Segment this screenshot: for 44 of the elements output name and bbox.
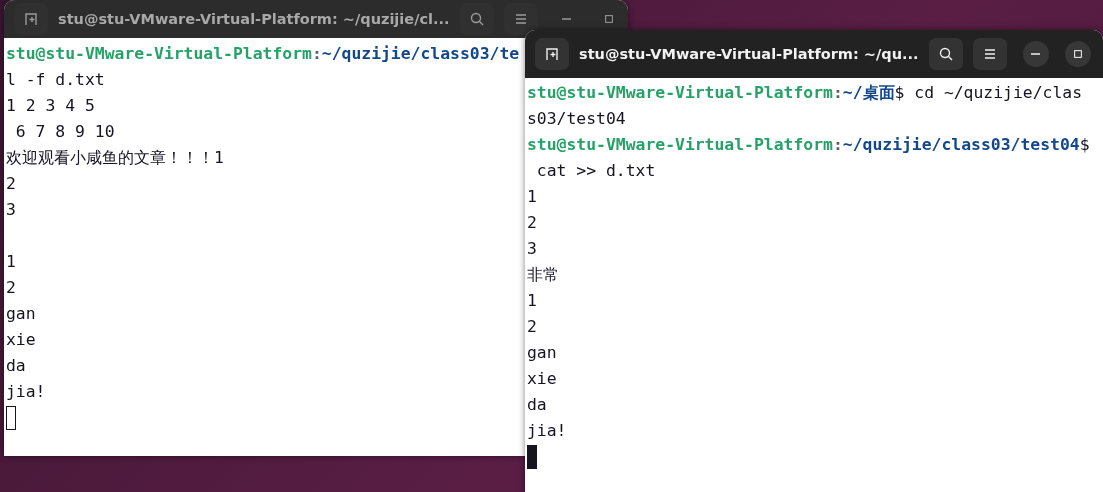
minimize-button[interactable] bbox=[1022, 41, 1049, 67]
minimize-icon bbox=[562, 18, 572, 20]
new-tab-icon bbox=[544, 46, 560, 62]
search-icon bbox=[937, 46, 954, 62]
maximize-icon bbox=[1071, 48, 1084, 60]
terminal-line: 2 bbox=[6, 173, 16, 195]
terminal-line: 1 bbox=[6, 251, 16, 273]
minimize-icon bbox=[1031, 53, 1040, 55]
search-icon bbox=[468, 11, 485, 27]
menu-button[interactable] bbox=[972, 38, 1007, 70]
new-tab-button[interactable] bbox=[14, 3, 48, 35]
window-title: stu@stu-VMware-Virtual-Platform: ~/quzijie/cl... bbox=[58, 11, 450, 27]
terminal-line: s03/test04 bbox=[527, 108, 626, 130]
new-tab-button[interactable] bbox=[535, 38, 569, 70]
terminal-line: stu@stu-VMware-Virtual-Platform:~/quzijie/class03/test04$ bbox=[527, 134, 1090, 156]
terminal-line: gan bbox=[527, 342, 557, 364]
terminal-line: gan bbox=[6, 303, 36, 325]
terminal-line: xie bbox=[527, 368, 557, 390]
terminal-line: stu@stu-VMware-Virtual-Platform:~/quzijie/class03/te bbox=[6, 43, 520, 65]
menu-button[interactable] bbox=[503, 3, 538, 35]
terminal-line: 2 bbox=[527, 212, 537, 234]
maximize-button[interactable] bbox=[1064, 41, 1091, 67]
terminal-line: cat >> d.txt bbox=[535, 160, 656, 182]
terminal-line: 非常 bbox=[527, 264, 559, 286]
terminal-line: jia! bbox=[527, 420, 567, 442]
maximize-icon bbox=[602, 13, 615, 25]
terminal-line: 2 bbox=[6, 277, 16, 299]
terminal-line: 3 bbox=[527, 238, 537, 260]
terminal-line: 1 bbox=[527, 290, 537, 312]
new-tab-icon bbox=[23, 11, 39, 27]
terminal-line: xie bbox=[6, 329, 36, 351]
terminal-line: da bbox=[6, 355, 26, 377]
terminal-line: 3 bbox=[6, 199, 16, 221]
terminal-line: da bbox=[527, 394, 547, 416]
search-button[interactable] bbox=[928, 38, 963, 70]
terminal-line: 1 2 3 4 5 bbox=[6, 95, 95, 117]
window-title: stu@stu-VMware-Virtual-Platform: ~/qu... bbox=[579, 46, 919, 62]
terminal-line: 1 bbox=[527, 186, 537, 208]
terminal-line: 6 7 8 9 10 bbox=[14, 121, 115, 143]
terminal-line: l -f d.txt bbox=[6, 69, 105, 91]
terminal-line: 2 bbox=[527, 316, 537, 338]
terminal-line: stu@stu-VMware-Virtual-Platform:~/桌面$ cd ~/quzijie/clas bbox=[527, 82, 1083, 104]
terminal-line: 欢迎观看小咸鱼的文章！！！1 bbox=[6, 147, 224, 169]
terminal-line: jia! bbox=[6, 381, 46, 403]
